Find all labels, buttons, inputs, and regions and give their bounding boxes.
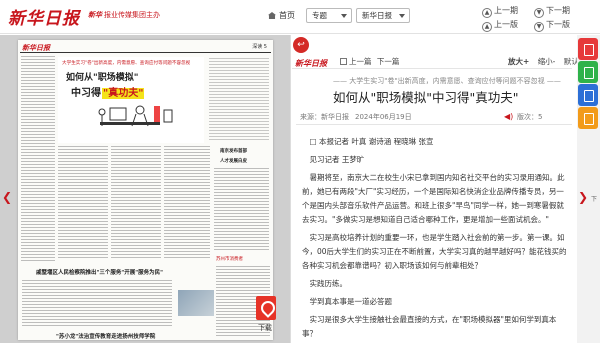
mobile-icon[interactable] (578, 107, 598, 129)
divider (296, 124, 572, 125)
newspaper-page[interactable]: 新华日报 深读 5 大学生实习"卷"出新高度，内需意愿、查询应付等问题不容忽视 … (18, 40, 273, 340)
article-paragraph: 实践历练。 (309, 279, 348, 288)
headline-highlight: "真功夫" (102, 88, 145, 99)
pdf-icon[interactable] (256, 296, 276, 320)
article-meta: 来源：新华日报 2024年06月19日 (300, 112, 412, 122)
bottom-headline[interactable]: "苏小龙"法治宣传教育走进扬州技师学院 (56, 332, 155, 340)
prev-article-icon (340, 58, 347, 65)
next-page-label: 下一版 (546, 20, 570, 29)
news-photo (178, 290, 214, 316)
pdf-download-label[interactable]: 下载 (258, 323, 272, 333)
topic-select[interactable]: 专题 (306, 8, 352, 23)
article-kicker: —— 大学生实习"卷"出新高度，内需意愿、查询应付等问题不容忽视 —— (333, 77, 561, 85)
illustration-image (98, 105, 173, 127)
back-arrow-icon[interactable]: ↩ (293, 37, 309, 53)
top-header: 新华日报 新华 报业传媒集团主办 首页 专题 新华日报 ▲ 上一期 ▼ 下一期 ▲ 上一… (0, 0, 600, 34)
article-paragraph: 暑期将至，南京大二在校生小宋已拿到国内知名社交平台的实习录用通知。此前，她已有两… (302, 173, 565, 224)
article-body: □ 本报记者 叶真 谢诗涵 程晓琳 张宣 见习记者 王梦旷 暑期将至，南京大二在… (302, 135, 570, 343)
article-paragraph: □ 本报记者 叶真 谢诗涵 程晓琳 张宣 (309, 137, 434, 146)
site-logo[interactable]: 新华日报 (8, 4, 80, 29)
next-label[interactable]: 下 (591, 194, 597, 203)
prev-issue-link[interactable]: ▲ 上一期 (482, 5, 518, 18)
paper-select[interactable]: 新华日报 (356, 8, 410, 23)
speaker-icon[interactable]: ◀) (504, 112, 513, 121)
side-headline: 人才发展白皮 (220, 159, 247, 164)
headline-pre: 中习得 (71, 88, 101, 99)
text-column[interactable] (111, 146, 161, 258)
bottom-right-headline[interactable]: 苏州市消费者 (216, 256, 243, 262)
text-column[interactable] (214, 168, 269, 250)
sublogo-text: 报业传媒集团主办 (104, 11, 160, 19)
home-label: 首页 (279, 11, 295, 20)
article-paragraph: 学到真本事是一道必答题 (309, 297, 393, 306)
text-column[interactable] (22, 280, 172, 326)
prev-article-link[interactable]: 上一篇 (349, 57, 372, 66)
article-source: 来源：新华日报 (300, 113, 349, 121)
sublogo: 新华 报业传媒集团主办 (88, 10, 160, 20)
next-page-arrow-icon[interactable]: ❯ (578, 190, 588, 204)
article-nav: 上一篇 下一篇 (340, 56, 399, 67)
page-deck: 大学生实习"卷"出新高度，内需意愿、查询应付等问题不容忽视 (62, 61, 191, 66)
side-headline: 南京发布首部 (220, 149, 247, 154)
arrow-up-icon: ▲ (482, 22, 492, 32)
wechat-icon[interactable] (578, 61, 598, 83)
divider (292, 68, 572, 69)
text-column[interactable] (21, 56, 55, 261)
text-column[interactable] (58, 146, 108, 258)
article-title: 如何从"职场模拟"中习得"真功夫" (333, 90, 519, 105)
article-paragraph: 见习记者 王梦旷 (309, 155, 365, 164)
text-column[interactable] (164, 146, 210, 258)
zoom-controls: 放大+ 缩小- 默认 (508, 56, 579, 67)
sublogo-brand: 新华 (88, 11, 102, 19)
home-link[interactable]: 首页 (268, 10, 295, 21)
article-paragraph: 实习是高校培养计划的重要一环，也是学生踏入社会前的第一步。第一课。如今，00后大… (302, 233, 567, 270)
paper-select-value: 新华日报 (362, 11, 392, 20)
chevron-down-icon (399, 14, 405, 18)
arrow-up-icon: ▲ (482, 8, 492, 18)
chevron-down-icon (341, 14, 347, 18)
article-date: 2024年06月19日 (355, 113, 412, 121)
share-icon[interactable] (578, 38, 598, 60)
prev-issue-label: 上一期 (494, 6, 518, 15)
article-paragraph: 实习是很多大学生接触社会最直接的方式，在"职场模拟器"里如何学到真本事？ (302, 315, 557, 338)
topic-select-value: 专题 (312, 11, 327, 20)
share-link-icon[interactable] (578, 84, 598, 106)
next-article-link[interactable]: 下一篇 (377, 57, 400, 66)
prev-page-arrow-icon[interactable]: ❮ (2, 190, 12, 204)
side-article[interactable] (209, 58, 269, 142)
arrow-down-icon: ▼ (534, 8, 544, 18)
page-number-label: 深读 5 (252, 44, 267, 50)
next-issue-link[interactable]: ▼ 下一期 (534, 5, 570, 18)
page-headline-line1: 如何从"职场模拟" (66, 73, 139, 83)
zoom-in-button[interactable]: 放大+ (508, 57, 529, 66)
zoom-out-button[interactable]: 缩小- (538, 57, 556, 66)
prev-page-link[interactable]: ▲ 上一版 (482, 19, 518, 32)
next-page-link[interactable]: ▼ 下一版 (534, 19, 570, 32)
bottom-headline[interactable]: 戚墅堰区人民检察院推出"三个服务"开展"服务为民" (36, 268, 163, 276)
home-icon (268, 12, 276, 19)
article-edition: 版次：5 (517, 113, 543, 121)
prev-page-label: 上一版 (494, 20, 518, 29)
next-issue-label: 下一期 (546, 6, 570, 15)
page-headline-line2: 中习得 "真功夫" (70, 84, 145, 99)
arrow-down-icon: ▼ (534, 22, 544, 32)
divider (20, 52, 271, 53)
